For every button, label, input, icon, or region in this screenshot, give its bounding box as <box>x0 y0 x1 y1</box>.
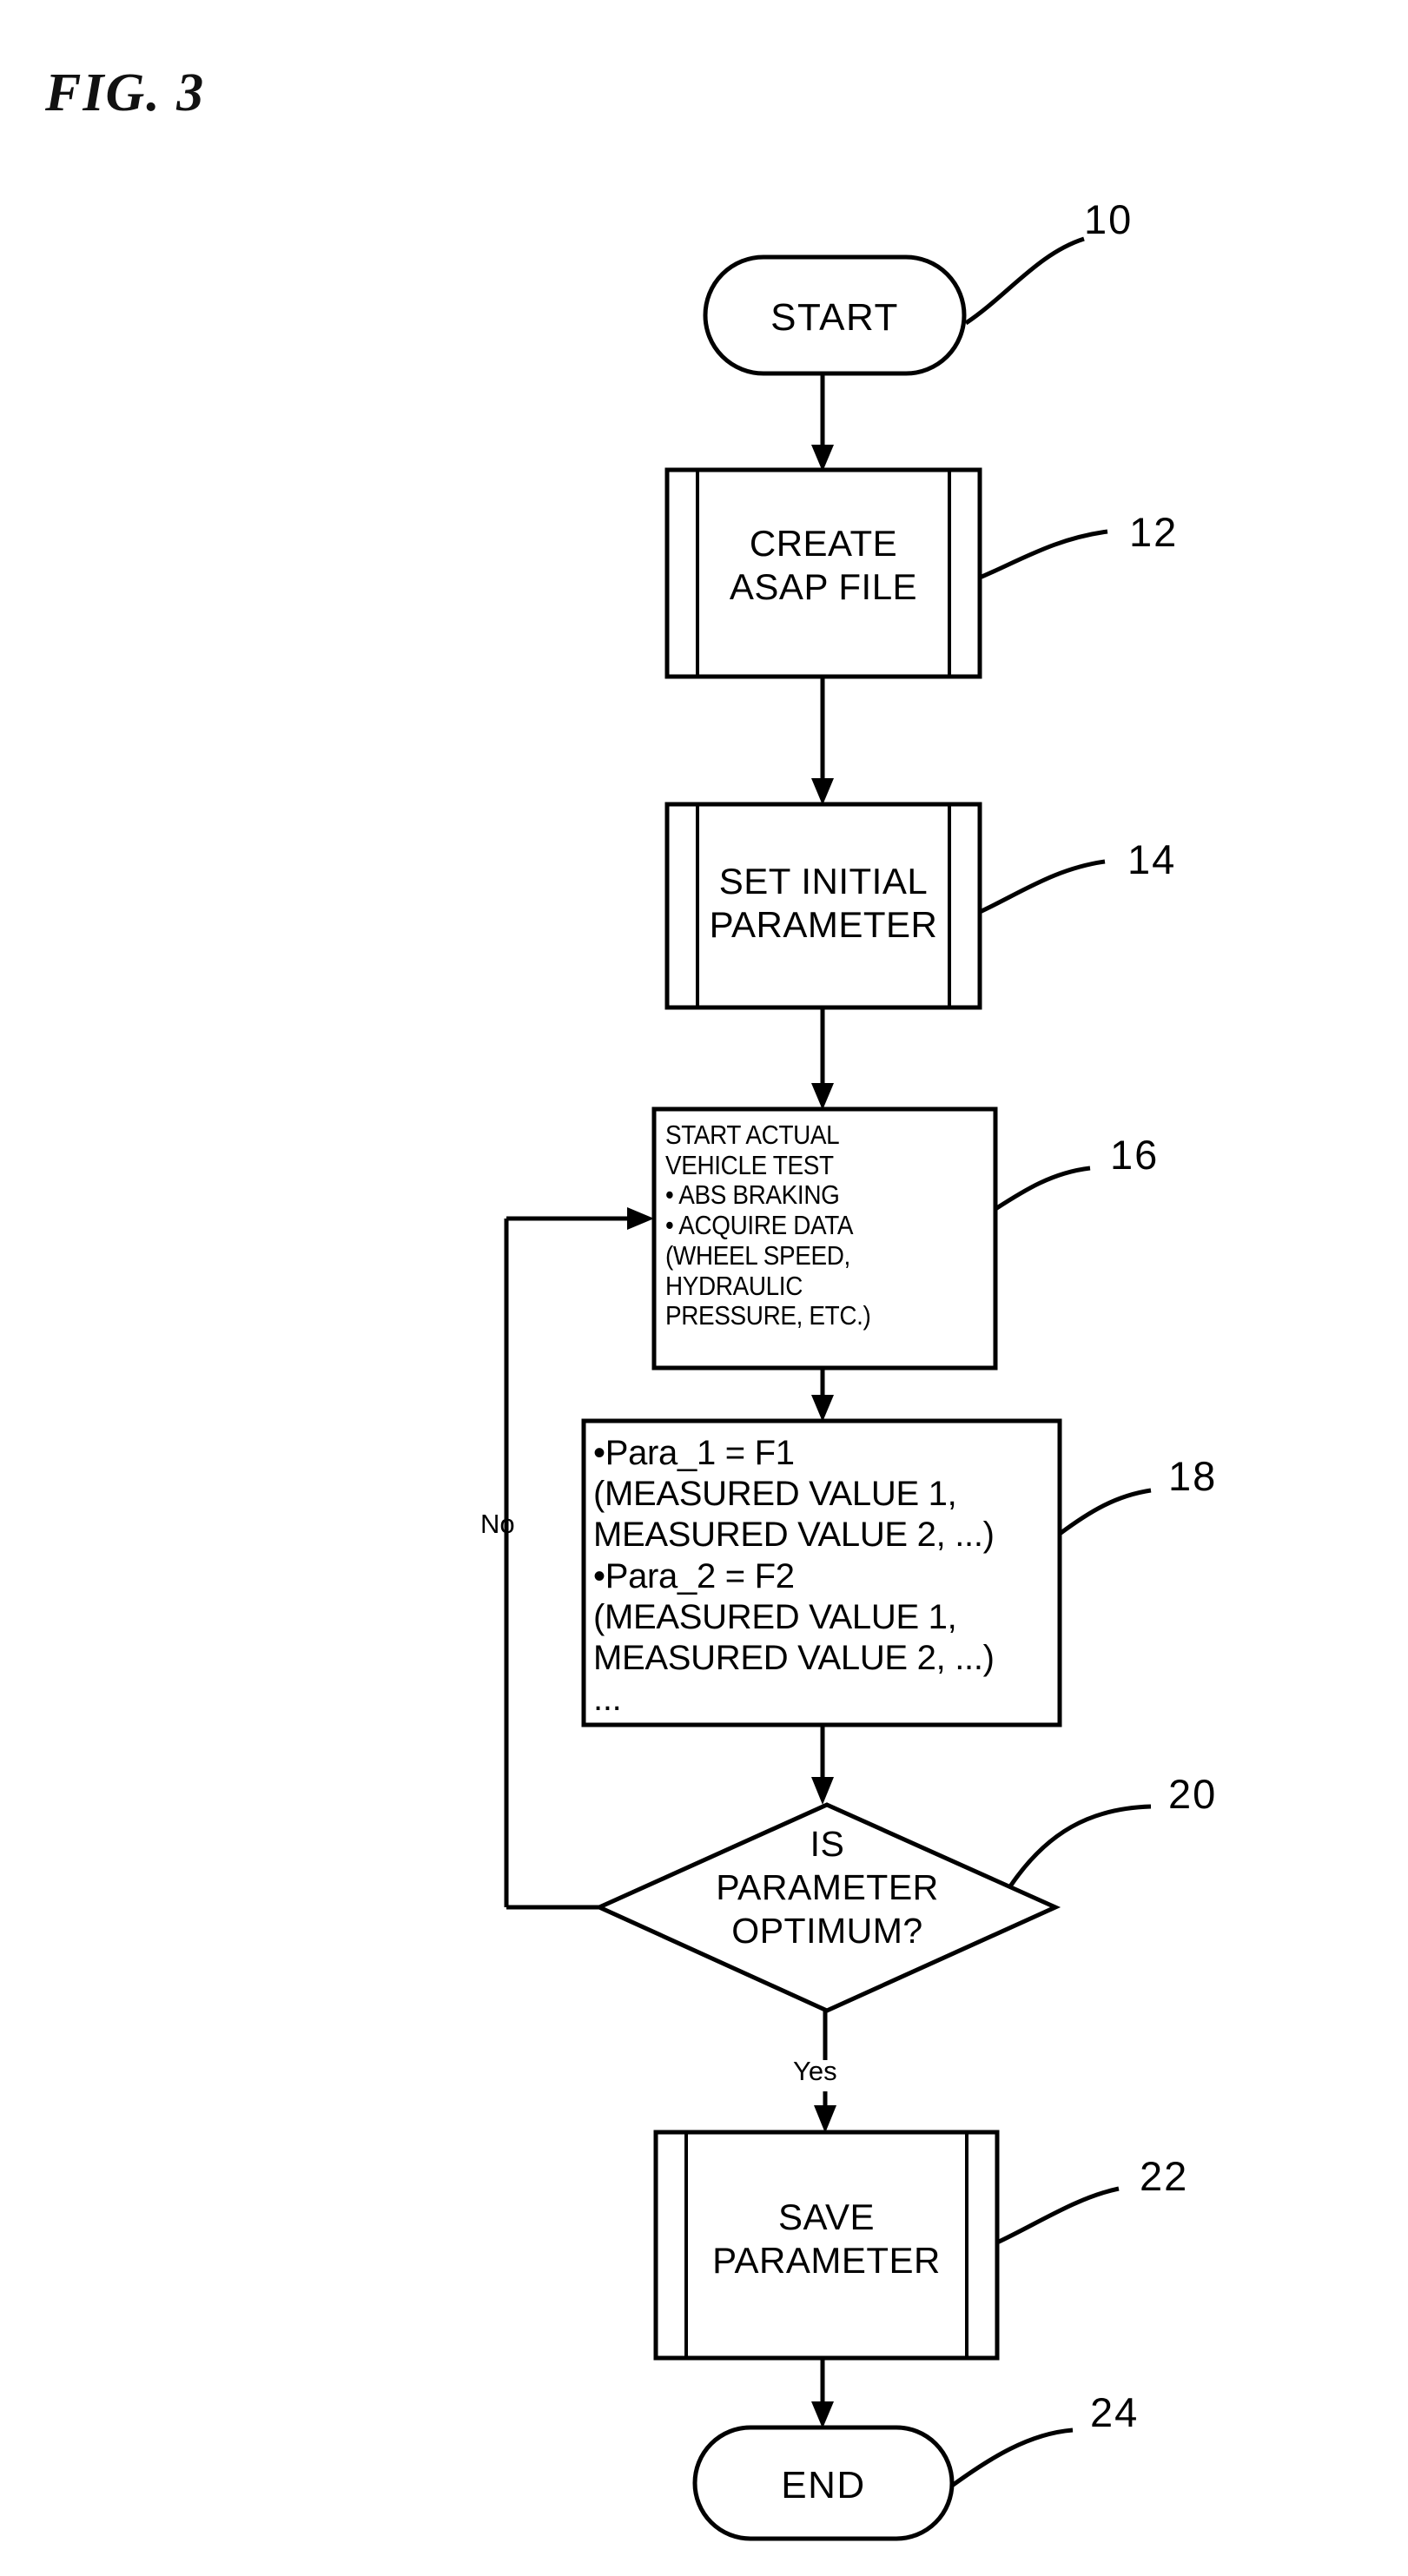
reference-numeral-10: 10 <box>1084 196 1134 242</box>
edge-label-no: No <box>480 1509 515 1539</box>
leader-line-20 <box>1008 1804 1152 1888</box>
reference-numeral-20: 20 <box>1168 1771 1218 1817</box>
leader-line-10 <box>964 236 1085 326</box>
leader-line-18 <box>1058 1488 1152 1536</box>
reference-numeral-18: 18 <box>1168 1453 1218 1499</box>
arrow-create-to-set-initial <box>811 677 834 805</box>
node-shape-end <box>692 2425 955 2541</box>
patent-figure-page: FIG. 3 START CREATE ASAP FILE SET INITIA… <box>0 0 1408 2576</box>
leader-line-24 <box>950 2427 1074 2488</box>
node-shape-start <box>703 254 967 376</box>
arrow-vehicle-test-to-parameter-computation <box>811 1368 834 1422</box>
arrow-save-parameter-to-end <box>811 2358 834 2428</box>
leader-line-14 <box>978 859 1106 915</box>
edge-label-yes: Yes <box>793 2056 837 2086</box>
reference-numeral-24: 24 <box>1090 2389 1140 2435</box>
reference-numeral-16: 16 <box>1110 1132 1160 1178</box>
leader-line-16 <box>994 1166 1091 1212</box>
arrow-parameter-computation-to-decision <box>811 1725 834 1805</box>
node-shape-save-parameter <box>653 2130 1000 2361</box>
arrow-start-to-create <box>811 373 834 472</box>
node-shape-set-initial-parameter <box>664 802 982 1010</box>
node-label-parameter-computation: •Para_1 = F1 (MEASURED VALUE 1, MEASURED… <box>593 1434 995 1719</box>
node-shape-create-asap-file <box>664 467 982 679</box>
node-shape-is-parameter-optimum <box>593 1802 1061 2013</box>
arrow-set-initial-to-vehicle-test <box>811 1007 834 1110</box>
reference-numeral-14: 14 <box>1127 836 1177 882</box>
reference-numeral-22: 22 <box>1140 2153 1189 2199</box>
leader-line-12 <box>979 529 1108 580</box>
node-label-start-actual-vehicle-test: START ACTUAL VEHICLE TEST • ABS BRAKING … <box>665 1120 871 1331</box>
reference-numeral-12: 12 <box>1129 509 1179 555</box>
leader-line-22 <box>995 2186 1120 2245</box>
